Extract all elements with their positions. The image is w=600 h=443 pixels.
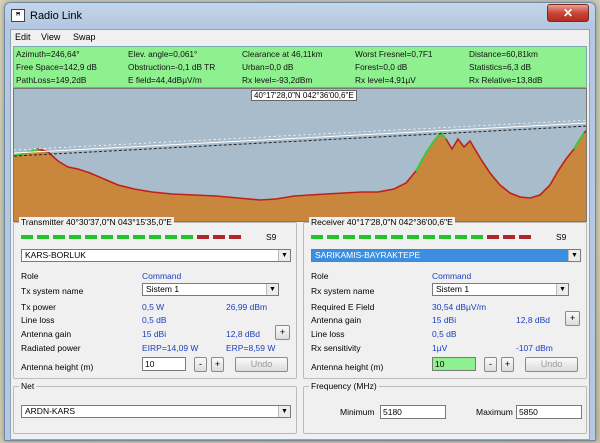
chevron-down-icon: ▼: [266, 284, 278, 295]
radio-link-window: ꟸ Radio Link ✕ Edit View Swap Azimuth=24…: [4, 2, 596, 441]
menu-swap[interactable]: Swap: [73, 32, 96, 42]
rx-antenna-gain-label: Antenna gain: [311, 315, 362, 325]
rx-sensitivity-label: Rx sensitivity: [311, 343, 361, 353]
forest: Forest=0,0 dB: [355, 62, 408, 72]
tx-station-select[interactable]: KARS-BORLUK ▼: [21, 249, 291, 262]
rx-role-label: Role: [311, 271, 329, 281]
close-button[interactable]: ✕: [547, 4, 589, 22]
path-loss: PathLoss=149,2dB: [16, 75, 87, 85]
terrain-profile-plot[interactable]: 40°17'28,0"N 042°36'00,6"E: [13, 88, 587, 222]
window-client: Edit View Swap Azimuth=246,64° Elev. ang…: [10, 29, 590, 440]
chevron-down-icon: ▼: [278, 406, 290, 417]
rx-height-input[interactable]: 10: [432, 357, 476, 371]
tx-line-loss-label: Line loss: [21, 315, 55, 325]
rx-line-loss-label: Line loss: [311, 329, 345, 339]
free-space: Free Space=142,9 dB: [16, 62, 97, 72]
tx-eirp: EIRP=14,09 W: [142, 343, 199, 353]
rx-required-field-value: 30,54 dBµV/m: [432, 302, 487, 312]
frequency-group: Frequency (MHz) Minimum 5180 Maximum 585…: [303, 381, 587, 434]
urban: Urban=0,0 dB: [242, 62, 294, 72]
tx-power-label: Tx power: [21, 302, 56, 312]
net-group: Net ARDN-KARS ▼: [13, 381, 297, 434]
net-header: Net: [19, 381, 37, 391]
tx-height-label: Antenna height (m): [21, 362, 94, 372]
menu-bar: Edit View Swap: [11, 30, 589, 45]
rx-level-dbm: Rx level=-93,2dBm: [242, 75, 313, 85]
receiver-group: Receiver 40°17'28,0"N 042°36'00,6"E S9 S…: [303, 217, 587, 379]
rx-role-value: Command: [432, 271, 472, 281]
tx-station-value: KARS-BORLUK: [25, 250, 86, 260]
rx-antenna-gain-dbi: 15 dBi: [432, 315, 457, 325]
tx-antenna-gain-dbi: 15 dBi: [142, 329, 167, 339]
statistics: Statistics=6,3 dB: [469, 62, 532, 72]
cursor-coordinate: 40°17'28,0"N 042°36'00,6"E: [251, 90, 357, 101]
tx-power-dbm: 26,99 dBm: [226, 302, 268, 312]
chevron-down-icon: ▼: [568, 250, 580, 261]
azimuth: Azimuth=246,64°: [16, 49, 80, 59]
tx-system-select[interactable]: Sistem 1 ▼: [142, 283, 279, 296]
tx-s-level: S9: [266, 232, 277, 242]
e-field: E field=44,4dBµV/m: [128, 75, 202, 85]
worst-fresnel: Worst Fresnel=0,7F1: [355, 49, 433, 59]
radio-mobile-icon: ꟸ: [11, 9, 25, 22]
terrain-profile-svg: [14, 89, 586, 221]
clearance: Clearance at 46,11km: [242, 49, 323, 59]
transmitter-header: Transmitter 40°30'37,0"N 043°15'35,0"E: [19, 217, 174, 227]
rx-level-uv: Rx level=4,91µV: [355, 75, 416, 85]
tx-role-value: Command: [142, 271, 182, 281]
rx-station-value: SARIKAMIS-BAYRAKTEPE: [315, 250, 421, 260]
rx-sensitivity-dbm: -107 dBm: [516, 343, 553, 353]
rx-s-level: S9: [556, 232, 567, 242]
tx-erp: ERP=8,59 W: [226, 343, 276, 353]
rx-sensitivity-uv: 1µV: [432, 343, 448, 353]
rx-height-plus-button[interactable]: +: [501, 357, 514, 372]
rx-line-loss-value: 0,5 dB: [432, 329, 457, 339]
rx-required-field-label: Required E Field: [311, 302, 375, 312]
rx-antenna-plus-button[interactable]: +: [565, 311, 580, 326]
distance: Distance=60,81km: [469, 49, 538, 59]
transmitter-group: Transmitter 40°30'37,0"N 043°15'35,0"E S…: [13, 217, 297, 379]
frequency-header: Frequency (MHz): [309, 381, 379, 391]
rx-antenna-gain-dbd: 12,8 dBd: [516, 315, 551, 325]
frequency-min-input[interactable]: 5180: [380, 405, 446, 419]
tx-antenna-gain-dbd: 12,8 dBd: [226, 329, 261, 339]
tx-radiated-label: Radiated power: [21, 343, 81, 353]
menu-edit[interactable]: Edit: [15, 32, 31, 42]
tx-system-label: Tx system name: [21, 286, 84, 296]
title-bar[interactable]: ꟸ Radio Link ✕: [5, 3, 595, 29]
tx-antenna-gain-label: Antenna gain: [21, 329, 72, 339]
tx-power-w: 0,5 W: [142, 302, 165, 312]
tx-height-input[interactable]: 10: [142, 357, 186, 371]
rx-relative: Rx Relative=13,8dB: [469, 75, 543, 85]
tx-signal-meter: [21, 235, 241, 239]
window-title: Radio Link: [30, 10, 82, 22]
rx-system-select[interactable]: Sistem 1 ▼: [432, 283, 569, 296]
tx-antenna-plus-button[interactable]: +: [275, 325, 290, 340]
rx-height-minus-button[interactable]: -: [484, 357, 497, 372]
rx-undo-button[interactable]: Undo: [525, 357, 578, 372]
obstruction: Obstruction=-0,1 dB TR: [128, 62, 216, 72]
frequency-max-label: Maximum: [476, 407, 513, 417]
tx-height-minus-button[interactable]: -: [194, 357, 207, 372]
menu-view[interactable]: View: [41, 32, 60, 42]
tx-role-label: Role: [21, 271, 39, 281]
elevation-angle: Elev. angle=0,061°: [128, 49, 198, 59]
rx-system-label: Rx system name: [311, 286, 375, 296]
link-info-panel: Azimuth=246,64° Elev. angle=0,061° Clear…: [13, 46, 587, 88]
rx-system-value: Sistem 1: [436, 284, 470, 294]
tx-height-plus-button[interactable]: +: [211, 357, 224, 372]
frequency-max-input[interactable]: 5850: [516, 405, 582, 419]
rx-height-label: Antenna height (m): [311, 362, 384, 372]
tx-line-loss-value: 0,5 dB: [142, 315, 167, 325]
rx-signal-meter: [311, 235, 531, 239]
net-select[interactable]: ARDN-KARS ▼: [21, 405, 291, 418]
tx-undo-button[interactable]: Undo: [235, 357, 288, 372]
frequency-min-label: Minimum: [340, 407, 375, 417]
chevron-down-icon: ▼: [556, 284, 568, 295]
chevron-down-icon: ▼: [278, 250, 290, 261]
rx-station-select[interactable]: SARIKAMIS-BAYRAKTEPE ▼: [311, 249, 581, 262]
receiver-header: Receiver 40°17'28,0"N 042°36'00,6"E: [309, 217, 455, 227]
net-value: ARDN-KARS: [25, 406, 76, 416]
tx-system-value: Sistem 1: [146, 284, 180, 294]
